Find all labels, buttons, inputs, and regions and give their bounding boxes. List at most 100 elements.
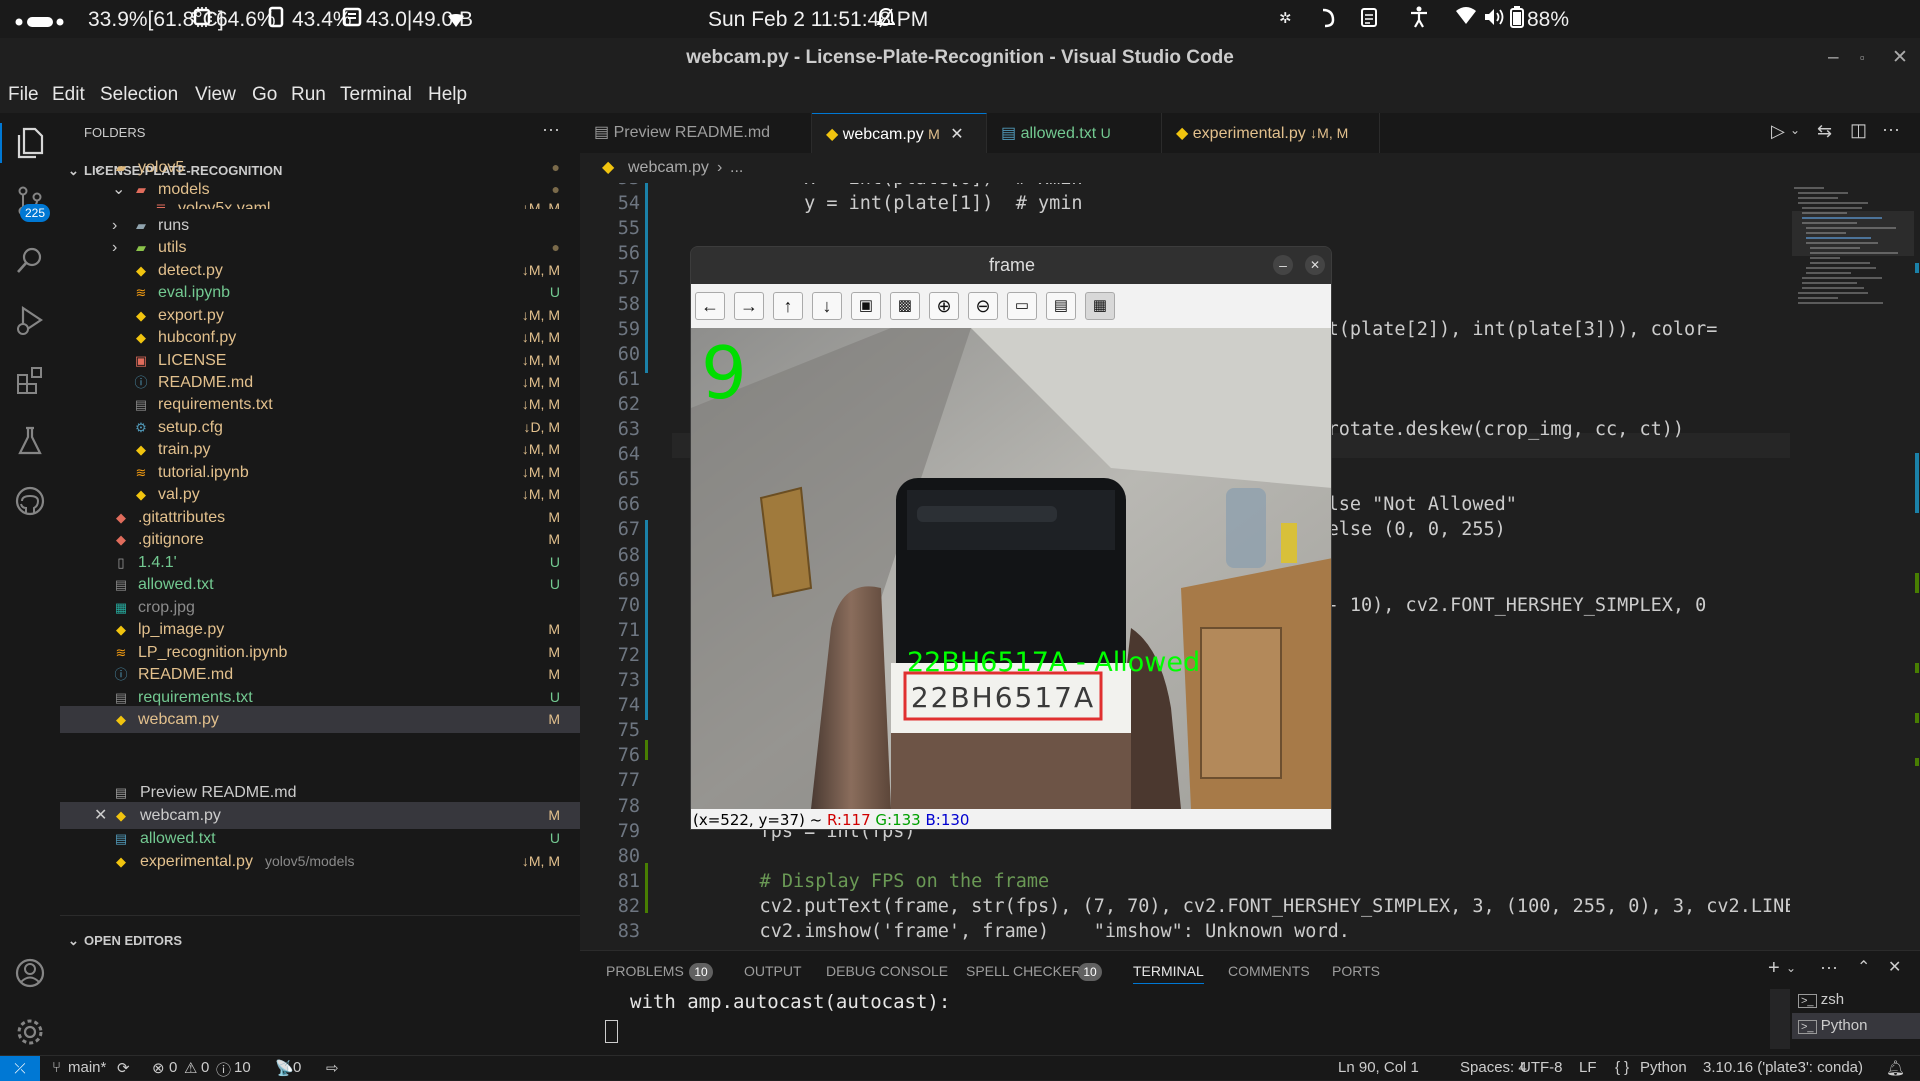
maximize-panel-icon[interactable]: ⌃ [1857, 957, 1870, 977]
pan-right-icon[interactable]: → [734, 292, 764, 320]
tab-debug-console[interactable]: DEBUG CONSOLE [826, 963, 948, 979]
tab-preview-readme[interactable]: ▤ Preview README.md [580, 113, 812, 153]
run-debug-icon[interactable] [13, 305, 47, 339]
tab-allowed-txt[interactable]: ▤ allowed.txt U [987, 113, 1162, 153]
new-terminal-icon[interactable]: + [1768, 957, 1780, 980]
zoom-original-icon[interactable]: ▣ [851, 292, 881, 320]
properties-window-icon[interactable]: ▦ [1085, 292, 1115, 320]
python-interpreter[interactable]: 3.10.16 ('plate3': conda) [1703, 1059, 1863, 1076]
menu-view[interactable]: View [195, 84, 236, 106]
zoom-in-icon[interactable]: ⊕ [929, 292, 959, 320]
tab-terminal[interactable]: TERMINAL [1133, 963, 1204, 984]
close-panel-icon[interactable]: ✕ [1888, 957, 1901, 977]
clock[interactable]: Sun Feb 2 11:51:48 PM [708, 8, 928, 32]
zoom-fit-icon[interactable]: ▩ [890, 292, 920, 320]
more-actions-icon[interactable]: ··· [1820, 957, 1838, 978]
pan-down-icon[interactable]: ↓ [812, 292, 842, 320]
file-item[interactable]: ≣ yolov5x.yaml ↓M, M [60, 195, 580, 209]
tray-app-icon[interactable]: ✲ [1279, 9, 1292, 27]
wifi-icon[interactable] [1456, 7, 1476, 31]
remote-indicator-icon[interactable]: ⤫ [0, 1056, 40, 1081]
terminal-output[interactable]: with amp.autocast(autocast): [630, 991, 950, 1013]
code-line[interactable]: cv2.imshow('frame', frame) "imshow": Unk… [715, 921, 1350, 942]
menu-selection[interactable]: Selection [100, 84, 178, 106]
accounts-icon[interactable] [13, 957, 47, 991]
sync-icon[interactable]: ⟳ [117, 1059, 130, 1077]
shell-zsh[interactable]: >_ zsh [1792, 987, 1920, 1013]
run-python-icon[interactable]: ▷ [1771, 121, 1785, 142]
tab-spell-checker[interactable]: SPELL CHECKER [966, 963, 1081, 979]
clipboard-icon[interactable] [1360, 6, 1378, 34]
tab-experimental-py[interactable]: ◆ experimental.py ↓M, M [1162, 113, 1380, 153]
end-of-line[interactable]: LF [1579, 1059, 1597, 1076]
open-editor-item[interactable]: ◆ experimental.py yolov5/models ↓M, M [60, 848, 580, 875]
close-tab-icon[interactable]: ✕ [950, 126, 963, 143]
compare-changes-icon[interactable]: ⇆ [1817, 121, 1832, 142]
code-line[interactable]: cv2.putText(frame, str(fps), (7, 70), cv… [715, 896, 1790, 917]
split-editor-icon[interactable]: ◫ [1850, 120, 1867, 141]
tab-output[interactable]: OUTPUT [744, 963, 802, 979]
shell-python[interactable]: >_ Python [1792, 1013, 1920, 1039]
tab-webcam-py[interactable]: ◆ webcam.py M ✕ [812, 113, 987, 153]
pan-left-icon[interactable]: ← [695, 292, 725, 320]
chevron-down-icon[interactable]: ⌄ [1786, 961, 1796, 975]
tab-comments[interactable]: COMMENTS [1228, 963, 1310, 979]
file-item[interactable]: ◆ webcam.py M [60, 706, 580, 733]
menu-go[interactable]: Go [252, 84, 277, 106]
minimap[interactable] [1790, 183, 1920, 950]
ports-icon[interactable]: 📡 [275, 1059, 294, 1077]
chevron-down-icon[interactable]: ⌄ [1790, 123, 1800, 137]
live-share-icon[interactable]: ⇨ [326, 1059, 339, 1077]
minimize-button[interactable]: – [1828, 38, 1839, 77]
search-icon[interactable] [13, 245, 47, 279]
breadcrumb-file[interactable]: webcam.py [628, 153, 709, 183]
code-line[interactable]: # Display FPS on the frame [715, 871, 1050, 892]
menu-run[interactable]: Run [291, 84, 326, 106]
accessibility-icon[interactable] [1410, 6, 1428, 34]
battery-icon[interactable] [1510, 6, 1524, 34]
menu-file[interactable]: File [8, 84, 39, 106]
copy-clipboard-icon[interactable]: ▤ [1046, 292, 1076, 320]
zoom-out-icon[interactable]: ⊖ [968, 292, 998, 320]
opencv-frame-window[interactable]: frame – ✕ ← → ↑ ↓ ▣ ▩ ⊕ ⊖ ▭ ▤ ▦ 22BH6517… [690, 246, 1332, 830]
maximize-button[interactable]: ▫ [1860, 38, 1865, 77]
tab-problems[interactable]: PROBLEMS [606, 963, 684, 979]
testing-flask-icon[interactable] [13, 425, 47, 459]
extensions-icon[interactable] [13, 365, 47, 399]
language-mode[interactable]: Python [1640, 1059, 1687, 1076]
encoding[interactable]: UTF-8 [1520, 1059, 1563, 1076]
open-editors-header[interactable]: ⌄ OPEN EDITORS [60, 927, 580, 954]
volume-icon[interactable] [1484, 7, 1504, 33]
git-branch-icon[interactable]: ⑂ [52, 1059, 61, 1076]
pan-up-icon[interactable]: ↑ [773, 292, 803, 320]
explorer-icon[interactable] [13, 127, 47, 161]
tray-clipboard-icon[interactable] [1319, 6, 1337, 34]
more-actions-icon[interactable]: ··· [542, 119, 560, 140]
error-icon[interactable]: ⊗ [152, 1059, 165, 1077]
webcam-image[interactable]: 22BH6517A 22BH6517A - Allowed 9 [691, 328, 1331, 809]
breadcrumb-symbol[interactable]: ... [730, 153, 743, 183]
more-actions-icon[interactable]: ··· [1882, 119, 1900, 140]
close-window-button[interactable]: ✕ [1892, 38, 1908, 77]
menu-edit[interactable]: Edit [52, 84, 85, 106]
info-icon[interactable]: ⓘ [216, 1059, 231, 1080]
menu-help[interactable]: Help [428, 84, 467, 106]
github-icon[interactable] [13, 485, 47, 519]
code-line[interactable]: x = int(plate[0]) # xmin [715, 183, 1082, 189]
notification-bell-icon[interactable] [876, 7, 896, 35]
notifications-bell-icon[interactable]: 🔔︎ [1886, 1059, 1905, 1077]
save-image-icon[interactable]: ▭ [1007, 292, 1037, 320]
frame-close-button[interactable]: ✕ [1305, 255, 1325, 275]
tab-ports[interactable]: PORTS [1332, 963, 1380, 979]
indentation[interactable]: Spaces: 4 [1460, 1059, 1527, 1076]
settings-gear-icon[interactable] [13, 1016, 47, 1050]
activities-indicator[interactable] [14, 11, 66, 35]
frame-titlebar[interactable]: frame – ✕ [691, 247, 1331, 284]
warning-icon[interactable]: ⚠ [184, 1059, 197, 1077]
terminal-scrollbar[interactable] [1770, 989, 1790, 1049]
code-line[interactable]: y = int(plate[1]) # ymin [715, 193, 1082, 214]
git-branch[interactable]: main* [68, 1059, 106, 1076]
frame-minimize-button[interactable]: – [1273, 255, 1293, 275]
cursor-position[interactable]: Ln 90, Col 1 [1338, 1059, 1419, 1076]
menu-terminal[interactable]: Terminal [340, 84, 412, 106]
